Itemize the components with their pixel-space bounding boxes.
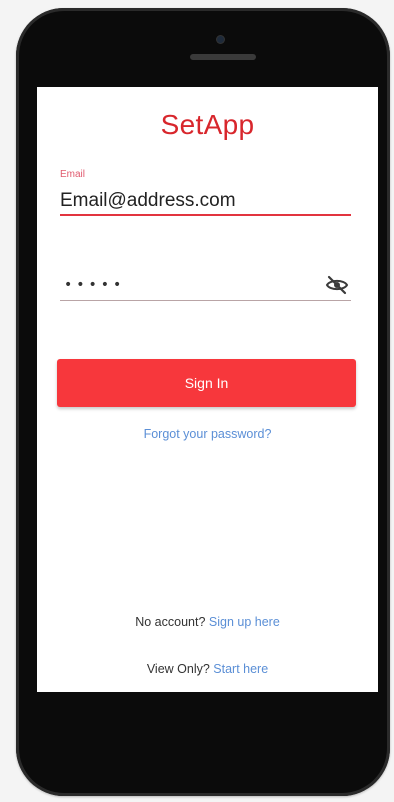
sign-in-button[interactable]: Sign In: [57, 359, 356, 407]
stage: SetApp Email Sign In Forgot your passwor…: [0, 0, 394, 802]
app-title: SetApp: [160, 109, 255, 140]
view-only-row: View Only? Start here: [37, 662, 378, 676]
view-only-text: View Only?: [146, 662, 214, 676]
start-here-link[interactable]: Start here: [213, 662, 268, 676]
no-account-text: No account?: [135, 615, 209, 629]
email-label: Email: [60, 169, 86, 180]
eye-off-icon[interactable]: [325, 274, 349, 296]
app-screen: SetApp Email Sign In Forgot your passwor…: [37, 87, 378, 692]
email-field[interactable]: [60, 188, 351, 216]
sign-up-link[interactable]: Sign up here: [209, 615, 280, 629]
earpiece-speaker: [190, 54, 256, 60]
phone-frame: SetApp Email Sign In Forgot your passwor…: [16, 8, 390, 796]
forgot-password-link[interactable]: Forgot your password?: [37, 427, 378, 441]
no-account-row: No account? Sign up here: [37, 615, 378, 629]
front-camera: [217, 36, 224, 43]
password-input[interactable]: [60, 272, 314, 298]
password-field: [60, 272, 351, 301]
